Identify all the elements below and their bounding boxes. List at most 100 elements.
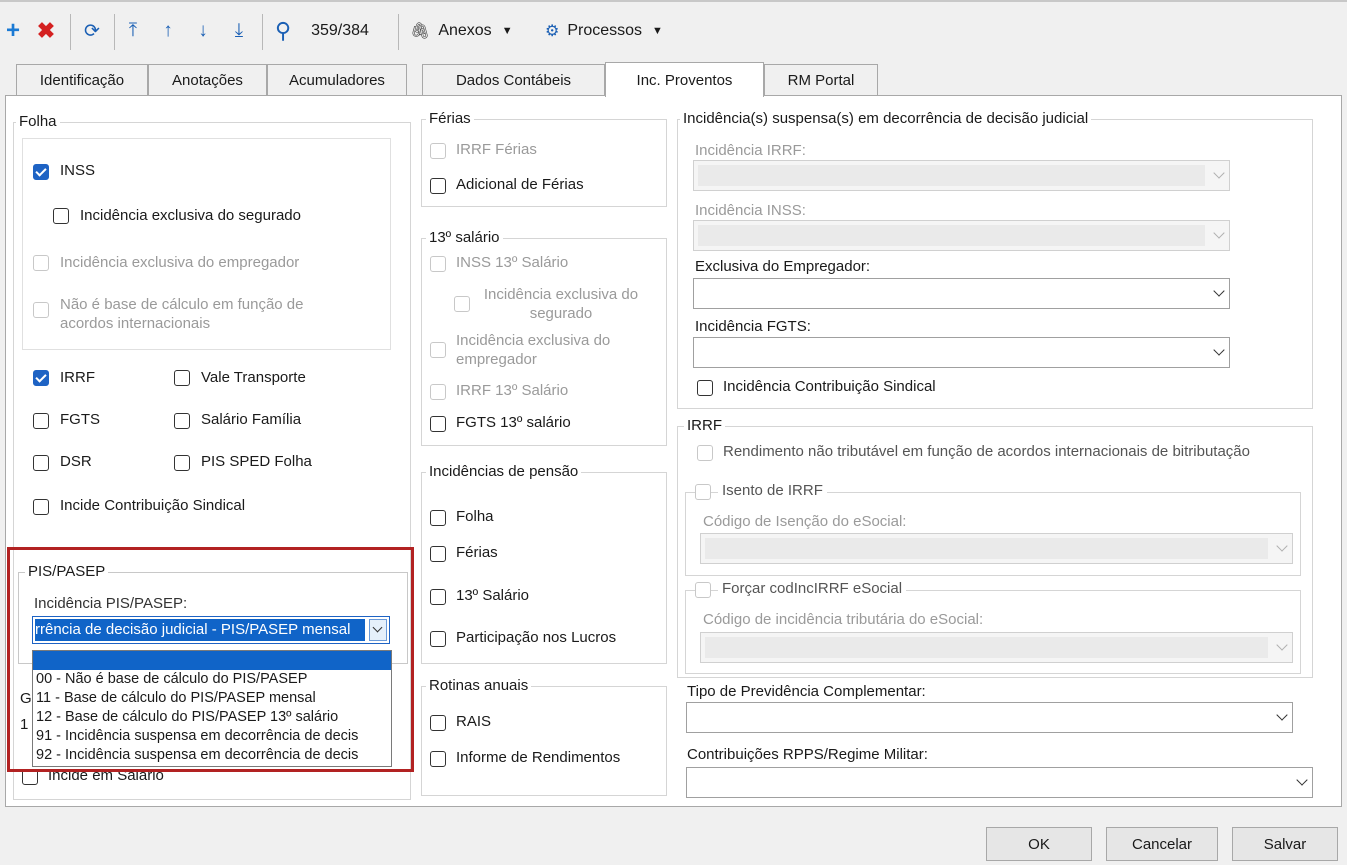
pensao-lucros-checkbox[interactable] [430,631,446,647]
decimo-inc-segurado-checkbox[interactable] [454,296,470,312]
codigo-incidencia-label: Código de incidência tributária do eSoci… [703,611,984,628]
chevron-down-icon [1213,167,1225,179]
incidencia-inss-label: Incidência INSS: [695,202,806,219]
fgts-13-label: FGTS 13º salário [456,414,571,431]
incide-contribuicao-sindical-checkbox[interactable] [33,499,49,515]
pensao-group-title: Incidências de pensão [426,463,582,480]
vale-transporte-checkbox[interactable] [174,370,190,386]
pis-sped-folha-checkbox[interactable] [174,455,190,471]
highlight-annotation [7,547,414,772]
fgts-label: FGTS [60,411,100,428]
irrf-ferias-checkbox[interactable] [430,143,446,159]
tab-dados-contabeis[interactable]: Dados Contábeis [422,64,605,96]
dsr-checkbox[interactable] [33,455,49,471]
tab-identificacao[interactable]: Identificação [16,64,148,96]
rendimento-nao-tributavel-label: Rendimento não tributável em função de a… [723,443,1250,460]
incidencia-irrf-select[interactable] [693,160,1230,191]
next-record-icon[interactable]: ↓ [190,14,216,48]
decimo-inc-empregador-checkbox[interactable] [430,342,446,358]
pis-sped-folha-label: PIS SPED Folha [201,453,312,470]
anexos-menu[interactable]: 🖇 Anexos ▼ [410,14,540,48]
pensao-folha-label: Folha [456,508,494,525]
chevron-down-icon [1213,285,1225,297]
forcar-codinc-checkbox[interactable] [695,582,711,598]
anexos-label: Anexos [438,22,492,39]
chevron-down-icon [1296,774,1308,786]
add-icon[interactable]: + [2,14,24,48]
pensao-ferias-checkbox[interactable] [430,546,446,562]
irrf-13-label: IRRF 13º Salário [456,382,569,399]
decimo-group-title: 13º salário [426,229,503,246]
ferias-group: Férias [421,110,667,207]
first-record-icon[interactable]: ⤒ [120,14,146,48]
ok-button[interactable]: OK [986,827,1092,861]
fgts-checkbox[interactable] [33,413,49,429]
rais-checkbox[interactable] [430,715,446,731]
irrf-label: IRRF [60,369,95,386]
decimo-inc-segurado-label: Incidência exclusiva do segurado [483,286,639,322]
fgts-13-checkbox[interactable] [430,416,446,432]
delete-icon[interactable]: ✖ [34,14,58,48]
informe-rendimentos-label: Informe de Rendimentos [456,749,621,766]
adicional-ferias-checkbox[interactable] [430,178,446,194]
rpps-label: Contribuições RPPS/Regime Militar: [687,746,928,763]
irrf-13-checkbox[interactable] [430,384,446,400]
incidencia-inss-select[interactable] [693,220,1230,251]
previous-record-icon[interactable]: ↑ [155,14,181,48]
irrf-checkbox[interactable] [33,370,49,386]
pensao-lucros-label: Participação nos Lucros [456,629,617,646]
salario-familia-label: Salário Família [201,411,302,428]
chevron-down-icon [1276,709,1288,721]
incidencia-irrf-label: Incidência IRRF: [695,142,806,159]
forcar-codinc-label: Forçar codIncIRRF eSocial [718,580,907,597]
dropdown-arrow-icon: ▼ [501,25,513,37]
exclusiva-empregador-select[interactable] [693,278,1230,309]
decimo-inc-empregador-label: Incidência exclusiva do empregador [456,332,611,368]
judicial-group-title: Incidência(s) suspensa(s) em decorrência… [680,110,1092,127]
rotinas-group: Rotinas anuais [421,677,667,796]
codigo-isencao-label: Código de Isenção do eSocial: [703,513,907,530]
chevron-down-icon [1276,639,1288,651]
refresh-icon[interactable]: ⟳ [78,14,106,48]
search-icon[interactable]: ⚲ [270,14,296,48]
codigo-incidencia-select[interactable] [700,632,1293,663]
isento-irrf-checkbox[interactable] [695,484,711,500]
salario-familia-checkbox[interactable] [174,413,190,429]
nao-base-calculo-label: Não é base de cálculo em função de acord… [60,296,304,332]
ferias-group-title: Férias [426,110,474,127]
tab-acumuladores[interactable]: Acumuladores [267,64,407,96]
nao-base-calculo-checkbox[interactable] [33,302,49,318]
tab-anotacoes[interactable]: Anotações [148,64,267,96]
incidencia-fgts-select[interactable] [693,337,1230,368]
tab-inc-proventos[interactable]: Inc. Proventos [605,62,764,97]
record-counter[interactable]: 359/384 [300,14,380,48]
inss-13-checkbox[interactable] [430,256,446,272]
cancel-button[interactable]: Cancelar [1106,827,1218,861]
inc-exclusiva-empregador-checkbox[interactable] [33,255,49,271]
codigo-isencao-select[interactable] [700,533,1293,564]
dropdown-arrow-icon: ▼ [652,25,663,37]
toolbar: + ✖ ⟳ ⤒ ↑ ↓ ⤓ ⚲ 359/384 🖇 Anexos ▼ ⚙ Pro… [0,0,1347,62]
save-button[interactable]: Salvar [1232,827,1338,861]
chevron-down-icon [1213,227,1225,239]
incide-contribuicao-sindical-label: Incide Contribuição Sindical [60,497,246,514]
pensao-folha-checkbox[interactable] [430,510,446,526]
inss-checkbox[interactable] [33,164,49,180]
incidencia-contribuicao-sindical-checkbox[interactable] [697,380,713,396]
rendimento-nao-tributavel-checkbox[interactable] [697,445,713,461]
inss-13-label: INSS 13º Salário [456,254,569,271]
processos-menu[interactable]: ⚙ Processos ▼ [545,14,705,48]
irrf-ferias-label: IRRF Férias [456,141,537,158]
pensao-13-checkbox[interactable] [430,589,446,605]
incidencia-fgts-label: Incidência FGTS: [695,318,811,335]
adicional-ferias-label: Adicional de Férias [456,176,584,193]
folha-group-title: Folha [16,113,60,130]
tab-rm-portal[interactable]: RM Portal [764,64,878,96]
informe-rendimentos-checkbox[interactable] [430,751,446,767]
previdencia-complementar-select[interactable] [686,702,1293,733]
toolbar-separator [262,14,263,50]
inc-exclusiva-segurado-checkbox[interactable] [53,208,69,224]
inc-exclusiva-empregador-label: Incidência exclusiva do empregador [60,254,300,271]
last-record-icon[interactable]: ⤓ [226,14,252,48]
rpps-select[interactable] [686,767,1313,798]
